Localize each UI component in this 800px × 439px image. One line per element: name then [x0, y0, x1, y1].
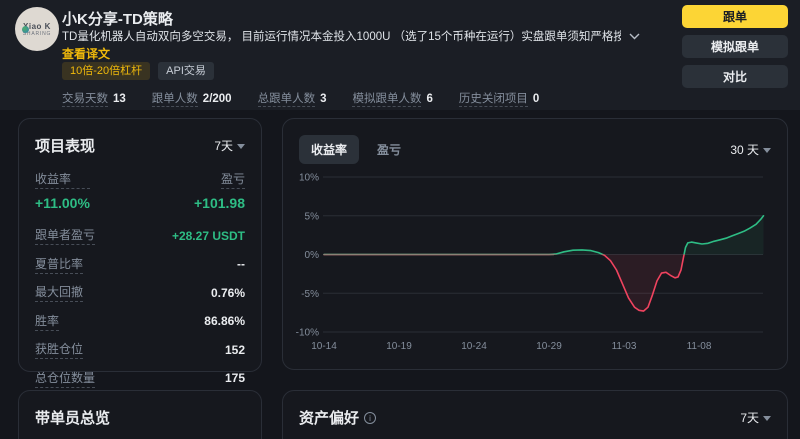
stat-item: 跟单人数 2/200 [151, 90, 232, 107]
performance-row-label: 胜率 [35, 312, 60, 331]
performance-row-label: 最大回撤 [35, 283, 84, 302]
chevron-down-icon[interactable] [629, 33, 640, 40]
stat-label: 模拟跟单人数 [352, 93, 422, 107]
roi-value: +11.00% [35, 195, 90, 211]
stat-item: 模拟跟单人数 6 [352, 90, 433, 107]
info-icon[interactable]: i [364, 411, 377, 424]
performance-row-label: 获胜仓位 [35, 340, 84, 359]
performance-range-select[interactable]: 7天 [214, 137, 245, 154]
pnl-block: 盈亏 +101.98 [194, 170, 245, 211]
strategy-description-row: TD量化机器人自动双向多空交易， 目前运行情况本金投入1000U （选了15个币… [62, 28, 640, 44]
roi-block: 收益率 +11.00% [35, 170, 90, 211]
stat-label: 历史关闭项目 [458, 93, 528, 107]
performance-summary: 收益率 +11.00% 盈亏 +101.98 [19, 156, 261, 211]
caret-down-icon [763, 147, 771, 153]
chart-tabs: 收益率 盈亏 [299, 135, 413, 164]
performance-row-value: 0.76% [210, 285, 245, 300]
performance-row: 跟单者盈亏 +28.27 USDT [35, 226, 245, 245]
stat-value: 6 [426, 93, 433, 105]
y-axis-tick: -5% [301, 289, 319, 300]
caret-down-icon [237, 143, 245, 149]
x-axis-tick: 11-08 [687, 341, 712, 352]
roi-label: 收益率 [35, 170, 90, 189]
asset-preference-title-wrap: 资产偏好 i [299, 407, 377, 428]
stat-value: 2/200 [202, 93, 232, 105]
chart-range-select[interactable]: 30 天 [730, 141, 771, 158]
chart-panel-head: 收益率 盈亏 30 天 [283, 119, 787, 164]
asset-range-value: 7天 [740, 411, 759, 425]
api-trading-tag: API交易 [158, 62, 214, 80]
performance-range-value: 7天 [214, 139, 233, 153]
stat-item: 交易天数 13 [62, 90, 126, 107]
translate-link[interactable]: 查看译文 [62, 45, 110, 62]
strategy-description: TD量化机器人自动双向多空交易， 目前运行情况本金投入1000U （选了15个币… [62, 31, 621, 43]
performance-row-label: 夏普比率 [35, 255, 84, 274]
performance-row-value: 175 [224, 371, 245, 385]
trader-overview-title: 带单员总览 [35, 410, 111, 427]
mock-copy-button[interactable]: 模拟跟单 [682, 35, 788, 58]
avatar: Xiao K SHARING [15, 7, 59, 51]
performance-rows: 跟单者盈亏 +28.27 USDT 夏普比率 -- 最大回撤 0.76% 胜率 86.86% 获… [19, 211, 261, 388]
y-axis-tick: -10% [296, 328, 319, 339]
y-axis-tick: 10% [299, 173, 319, 184]
x-axis-tick: 10-24 [461, 341, 487, 352]
trader-overview-head: 带单员总览 [19, 391, 261, 428]
performance-row: 夏普比率 -- [35, 255, 245, 274]
chart-panel: 10% 5% 0% -5% -10% 10-14 10-19 10-24 10-29 11-03 1… [282, 118, 788, 370]
copy-trade-button[interactable]: 跟单 [682, 5, 788, 28]
performance-row: 最大回撤 0.76% [35, 283, 245, 302]
asset-preference-title: 资产偏好 [299, 410, 360, 427]
stat-label: 总跟单人数 [257, 93, 316, 107]
performance-title: 项目表现 [35, 138, 96, 155]
stats-row: 交易天数 13 跟单人数 2/200 总跟单人数 3 模拟跟单人数 6 历史关闭项目 0 [62, 90, 540, 107]
performance-row-value: +28.27 USDT [171, 228, 245, 243]
chart-range-value: 30 天 [730, 143, 759, 157]
stat-value: 0 [532, 93, 540, 105]
copy-trading-page: Xiao K SHARING 小K分享-TD策略 TD量化机器人自动双向多空交易… [0, 0, 800, 439]
y-axis-tick: 0% [305, 250, 320, 261]
tags-row: 10倍-20倍杠杆 API交易 [62, 62, 214, 80]
stat-item: 历史关闭项目 0 [458, 90, 540, 107]
caret-down-icon [763, 415, 771, 421]
stat-label: 交易天数 [62, 93, 108, 107]
globe-icon [22, 26, 29, 33]
x-axis-tick: 10-29 [536, 341, 562, 352]
asset-preference-panel: 资产偏好 i 7天 [282, 390, 788, 439]
leverage-tag: 10倍-20倍杠杆 [62, 62, 151, 80]
header: Xiao K SHARING 小K分享-TD策略 TD量化机器人自动双向多空交易… [0, 0, 800, 110]
x-axis-tick: 10-19 [386, 341, 412, 352]
stat-label: 跟单人数 [151, 93, 198, 107]
compare-button[interactable]: 对比 [682, 65, 788, 88]
stat-value: 3 [320, 93, 327, 105]
stat-item: 总跟单人数 3 [257, 90, 327, 107]
tab-pnl[interactable]: 盈亏 [365, 135, 413, 164]
pnl-label: 盈亏 [220, 170, 245, 189]
y-axis-tick: 5% [305, 211, 320, 222]
performance-row-value: -- [237, 257, 245, 271]
tab-roi[interactable]: 收益率 [299, 135, 360, 164]
performance-row-value: 86.86% [204, 314, 245, 328]
stat-value: 13 [113, 93, 126, 105]
asset-preference-head: 资产偏好 i 7天 [283, 391, 787, 428]
performance-panel: 项目表现 7天 收益率 +11.00% 盈亏 +101.98 跟单者盈亏 +28.… [18, 118, 262, 388]
page-title: 小K分享-TD策略 [62, 11, 173, 28]
performance-row-value: 152 [224, 342, 245, 357]
performance-row-label: 跟单者盈亏 [35, 226, 96, 245]
x-axis-tick: 11-03 [612, 341, 637, 352]
action-buttons: 跟单 模拟跟单 对比 [682, 5, 788, 88]
performance-row: 获胜仓位 152 [35, 340, 245, 359]
performance-row: 总仓位数量 175 [35, 369, 245, 388]
performance-row: 胜率 86.86% [35, 312, 245, 331]
performance-row-label: 总仓位数量 [35, 369, 96, 388]
x-axis-tick: 10-14 [311, 341, 337, 352]
performance-panel-head: 项目表现 7天 [19, 119, 261, 156]
asset-range-select[interactable]: 7天 [740, 409, 771, 426]
pnl-value: +101.98 [194, 195, 245, 211]
trader-overview-panel: 带单员总览 [18, 390, 262, 439]
